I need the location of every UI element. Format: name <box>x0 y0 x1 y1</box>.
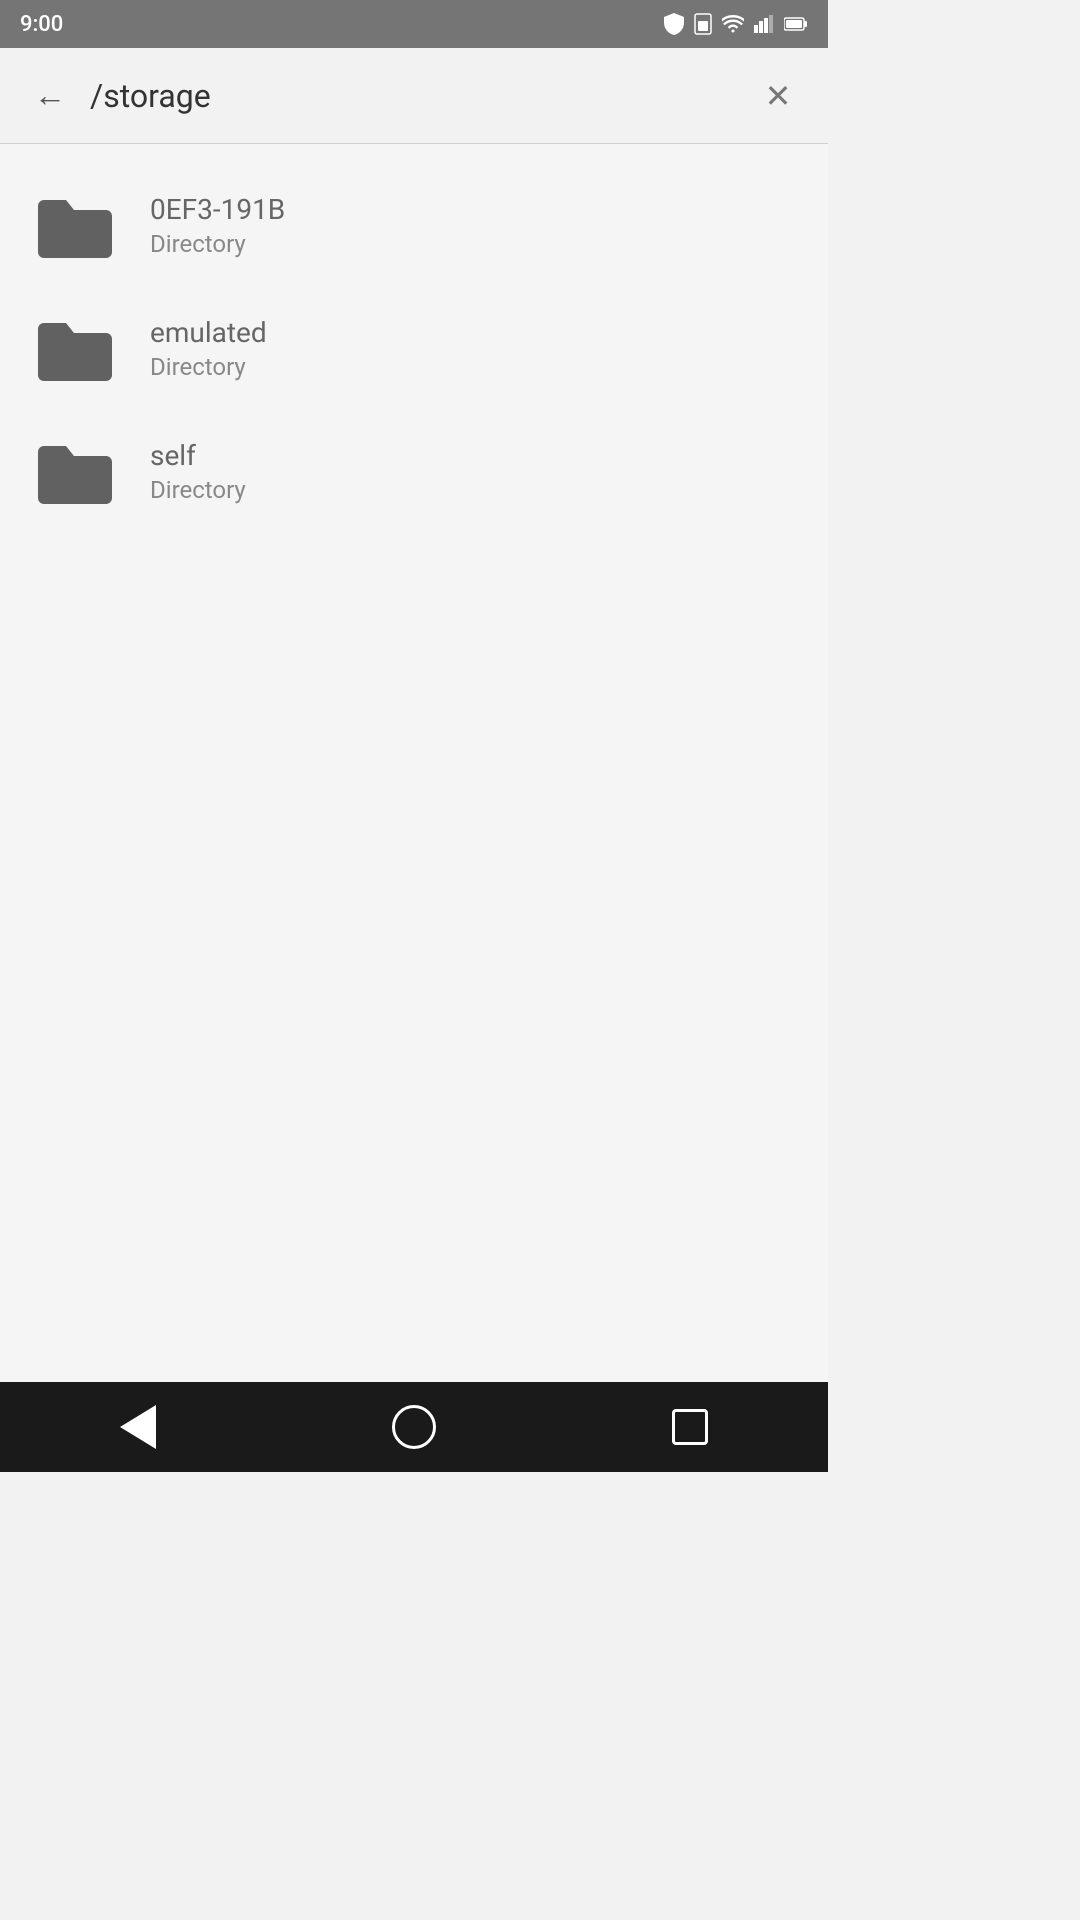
list-item[interactable]: 0EF3-191B Directory <box>0 164 828 287</box>
back-arrow-icon: ← <box>34 77 66 114</box>
battery-icon <box>784 16 808 32</box>
file-type: Directory <box>150 476 246 504</box>
file-list: 0EF3-191B Directory emulated Directory s… <box>0 144 828 1382</box>
nav-home-icon <box>392 1405 436 1449</box>
file-type: Directory <box>150 230 285 258</box>
folder-icon <box>30 188 120 263</box>
close-button[interactable]: ✕ <box>748 66 808 126</box>
back-button[interactable]: ← <box>20 66 80 126</box>
nav-back-icon <box>120 1405 156 1449</box>
list-item[interactable]: self Directory <box>0 410 828 533</box>
file-name: emulated <box>150 316 267 349</box>
nav-home-button[interactable] <box>374 1387 454 1467</box>
nav-bar <box>0 1382 828 1472</box>
file-info: 0EF3-191B Directory <box>150 193 285 258</box>
file-name: self <box>150 439 246 472</box>
nav-recent-icon <box>672 1409 708 1445</box>
signal-icon <box>754 15 774 33</box>
sim-icon <box>694 13 712 35</box>
nav-back-button[interactable] <box>98 1387 178 1467</box>
file-info: self Directory <box>150 439 246 504</box>
wifi-icon <box>722 15 744 33</box>
toolbar: ← /storage ✕ <box>0 48 828 144</box>
list-item[interactable]: emulated Directory <box>0 287 828 410</box>
shield-icon <box>664 13 684 35</box>
folder-icon <box>30 311 120 386</box>
nav-recent-button[interactable] <box>650 1387 730 1467</box>
status-icons <box>664 13 808 35</box>
file-type: Directory <box>150 353 267 381</box>
file-name: 0EF3-191B <box>150 193 285 226</box>
file-info: emulated Directory <box>150 316 267 381</box>
status-time: 9:00 <box>20 12 63 37</box>
folder-icon <box>30 434 120 509</box>
status-bar: 9:00 <box>0 0 828 48</box>
page-title: /storage <box>90 77 748 115</box>
close-icon: ✕ <box>765 77 792 115</box>
